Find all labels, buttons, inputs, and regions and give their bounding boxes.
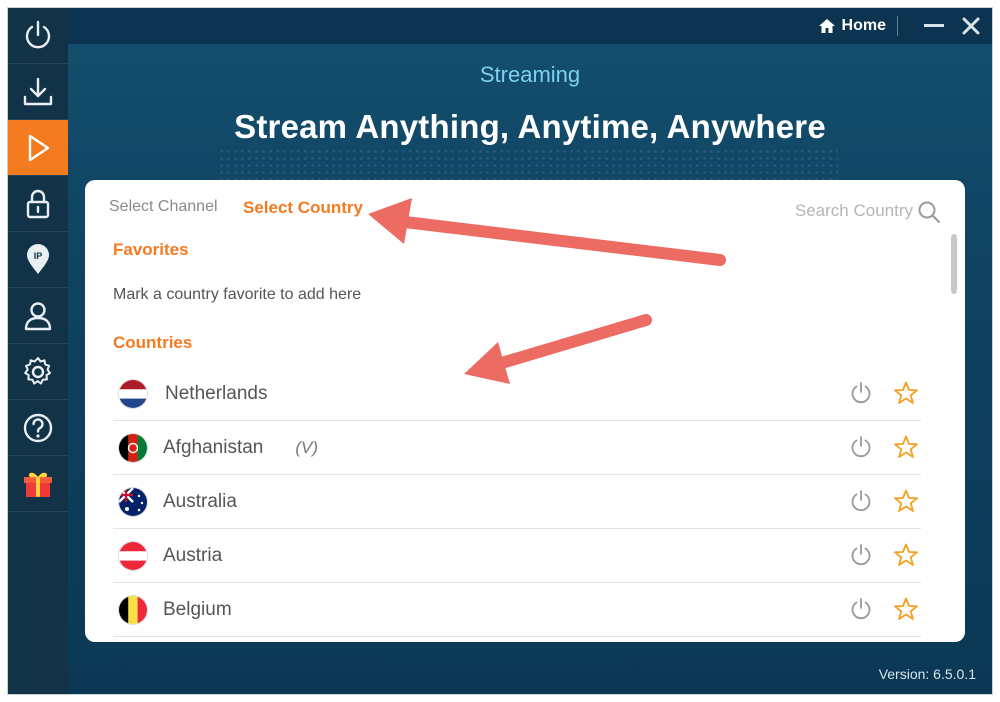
afghanistan-flag-icon [119, 433, 147, 462]
country-name: Australia [163, 490, 237, 512]
sidebar: IP [8, 8, 68, 694]
connect-power-icon[interactable] [849, 381, 873, 405]
australia-flag-icon [119, 487, 147, 516]
section-subtitle: Streaming [479, 62, 581, 87]
main-area: Home Streaming Stream Anything, Anytime,… [68, 8, 992, 694]
sidebar-item-power[interactable] [8, 8, 68, 64]
power-icon [25, 20, 51, 48]
country-list: Netherlands Afghanistan (V) Australia Au… [113, 367, 921, 637]
country-row-australia[interactable]: Australia [113, 475, 921, 529]
lock-icon [26, 189, 50, 218]
world-map-decoration [218, 148, 838, 182]
connect-power-icon[interactable] [849, 435, 873, 459]
belgium-flag-icon [119, 595, 147, 624]
virtual-location-badge: (V) [295, 437, 319, 457]
favorite-star-icon[interactable] [893, 488, 919, 514]
titlebar-divider [897, 16, 898, 36]
sidebar-item-help[interactable] [8, 400, 68, 456]
favorite-star-icon[interactable] [893, 380, 919, 406]
sidebar-item-streaming[interactable] [8, 120, 68, 176]
home-icon [818, 19, 835, 33]
tab-select-country[interactable]: Select Country [243, 198, 363, 218]
sidebar-item-settings[interactable] [8, 344, 68, 400]
sidebar-item-download[interactable] [8, 64, 68, 120]
netherlands-flag-icon [119, 379, 147, 408]
minimize-button[interactable] [924, 24, 944, 27]
country-name: Belgium [163, 598, 232, 620]
scrollbar-thumb[interactable] [951, 234, 957, 294]
version-label: Version: 6.5.0.1 [878, 666, 976, 682]
favorite-star-icon[interactable] [893, 596, 919, 622]
austria-flag-icon [119, 541, 147, 570]
ip-pin-icon: IP [27, 243, 49, 274]
country-name: Netherlands [165, 382, 268, 404]
page-title: Stream Anything, Anytime, Anywhere [234, 108, 826, 145]
sidebar-item-security[interactable] [8, 176, 68, 232]
user-icon [24, 301, 52, 330]
search-input[interactable] [731, 200, 915, 222]
close-button[interactable] [960, 15, 982, 37]
help-icon [23, 413, 53, 442]
sidebar-item-account[interactable] [8, 288, 68, 344]
titlebar: Home [68, 8, 992, 44]
country-panel: Select Channel Select Country Favorites … [85, 180, 965, 642]
country-row-netherlands[interactable]: Netherlands [113, 367, 921, 421]
countries-heading: Countries [113, 333, 193, 352]
search-icon[interactable] [917, 200, 941, 224]
home-label: Home [841, 17, 886, 34]
play-icon [28, 134, 50, 161]
close-icon [962, 17, 980, 35]
download-icon [23, 77, 53, 105]
sidebar-item-gift[interactable] [8, 456, 68, 512]
country-name: Afghanistan [163, 436, 264, 458]
favorite-star-icon[interactable] [893, 542, 919, 568]
gear-icon [24, 356, 51, 384]
home-button[interactable]: Home [818, 15, 886, 37]
favorite-star-icon[interactable] [893, 434, 919, 460]
connect-power-icon[interactable] [849, 597, 873, 621]
app-window: IP Home Streaming Stream Anything, Anyti… [8, 8, 992, 694]
sidebar-item-ip[interactable]: IP [8, 232, 68, 288]
connect-power-icon[interactable] [849, 543, 873, 567]
country-row-austria[interactable]: Austria [113, 529, 921, 583]
favorites-empty-message: Mark a country favorite to add here [113, 286, 362, 303]
gift-icon [24, 472, 52, 497]
country-row-belgium[interactable]: Belgium [113, 583, 921, 637]
svg-text:IP: IP [34, 251, 43, 261]
tab-select-channel[interactable]: Select Channel [109, 198, 218, 216]
favorites-heading: Favorites [113, 240, 189, 259]
country-row-afghanistan[interactable]: Afghanistan (V) [113, 421, 921, 475]
connect-power-icon[interactable] [849, 489, 873, 513]
country-name: Austria [163, 544, 223, 566]
